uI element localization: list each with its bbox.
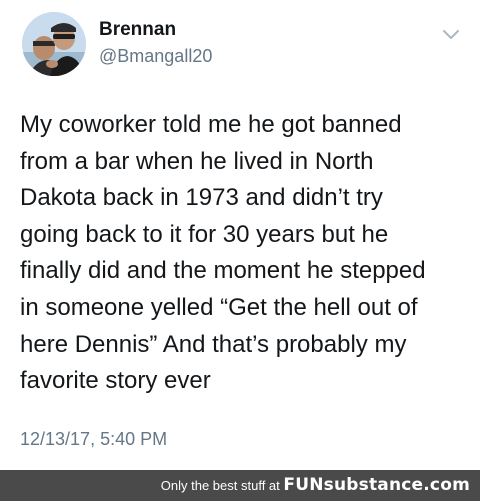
avatar-photo — [22, 12, 86, 76]
footer-brand[interactable]: FUNsubstance.com — [283, 475, 470, 495]
footer-text: Only the best stuff at FUNsubstance.com — [161, 477, 470, 494]
watermark-footer: Only the best stuff at FUNsubstance.com — [0, 470, 480, 501]
avatar[interactable] — [22, 12, 86, 76]
chevron-down-icon[interactable] — [441, 28, 461, 42]
author-handle[interactable]: @Bmangall20 — [99, 45, 212, 67]
tweet-timestamp[interactable]: 12/13/17, 5:40 PM — [20, 428, 167, 450]
tweet-text: My coworker told me he got banned from a… — [20, 111, 426, 395]
tweet-card: Brennan @Bmangall20 My coworker told me … — [0, 0, 480, 470]
footer-tagline: Only the best stuff at — [160, 478, 280, 493]
author-name[interactable]: Brennan — [99, 19, 176, 41]
